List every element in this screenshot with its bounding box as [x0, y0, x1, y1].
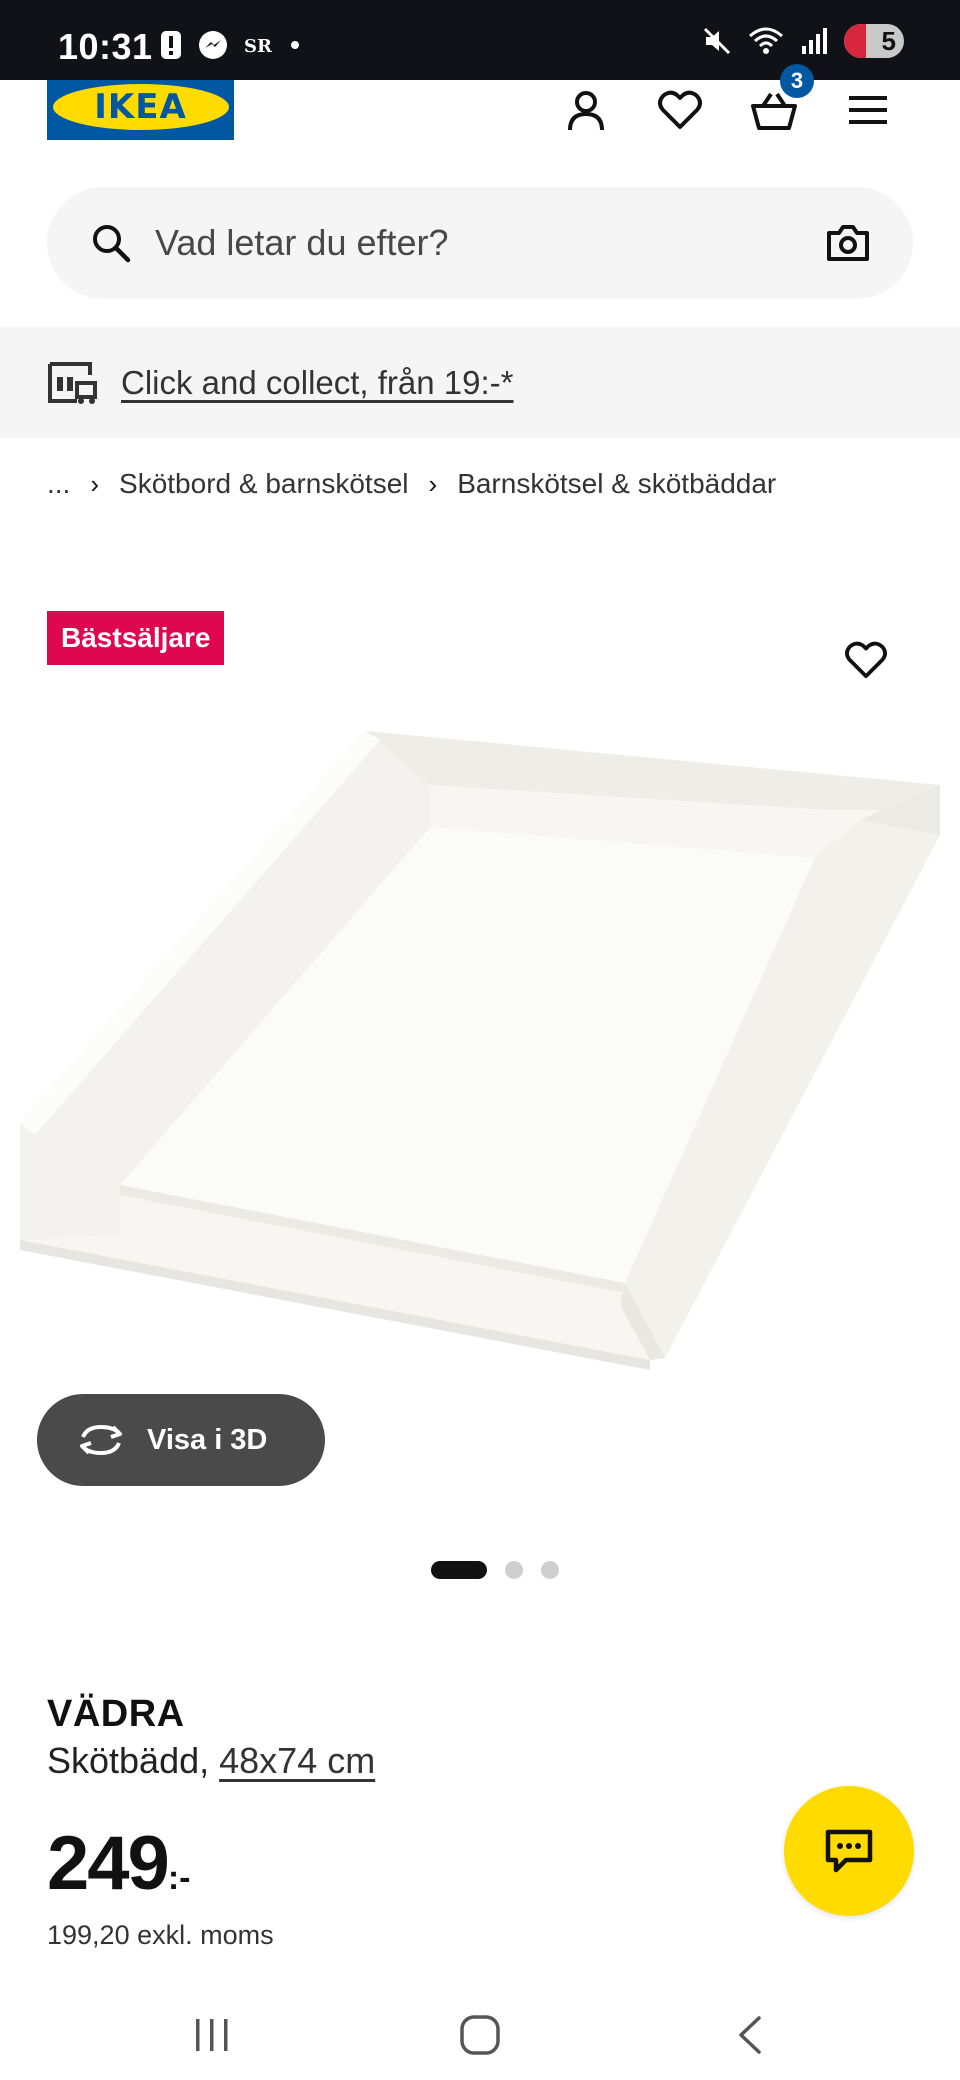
bestseller-badge: Bästsäljare [47, 611, 225, 665]
chat-button[interactable] [784, 1786, 914, 1916]
rotate-3d-icon [80, 1424, 122, 1456]
cart-count-badge: 3 [780, 64, 814, 98]
home-button[interactable] [440, 2004, 520, 2066]
view-in-3d-button[interactable]: Visa i 3D [37, 1394, 325, 1486]
account-button[interactable] [556, 80, 616, 140]
back-icon [739, 2016, 761, 2054]
search-icon [93, 225, 131, 263]
search-input[interactable]: Vad letar du efter? [155, 222, 823, 264]
breadcrumb-ellipsis[interactable]: ... [47, 468, 70, 500]
sr-app-icon: SR [244, 36, 272, 57]
carousel-dot[interactable] [505, 1561, 523, 1579]
back-button[interactable] [710, 2004, 790, 2066]
camera-search-button[interactable] [823, 218, 873, 268]
product-image[interactable] [0, 715, 960, 1395]
view-in-3d-label: Visa i 3D [147, 1423, 268, 1456]
system-navigation-bar [0, 1990, 960, 2080]
breadcrumb: ... › Skötbord & barnskötsel › Barnsköts… [47, 468, 776, 500]
messenger-icon [199, 31, 227, 59]
carousel-dot[interactable] [541, 1561, 559, 1579]
logo-text: IKEA [52, 84, 229, 130]
status-system-icons: 5 [702, 24, 904, 58]
status-bar: 10:31 SR 5 [0, 0, 960, 80]
price-suffix: :- [167, 1859, 191, 1897]
click-and-collect-banner[interactable]: Click and collect, från 19:-* [0, 327, 960, 438]
battery-indicator: 5 [844, 24, 904, 58]
breadcrumb-item[interactable]: Barnskötsel & skötbäddar [457, 468, 776, 500]
heart-icon [658, 90, 702, 129]
chat-icon [825, 1829, 873, 1873]
menu-button[interactable] [838, 80, 898, 140]
chevron-right-icon: › [428, 468, 438, 499]
click-and-collect-link[interactable]: Click and collect, från 19:-* [121, 364, 514, 402]
add-to-favourites-button[interactable] [836, 630, 896, 690]
ikea-logo[interactable]: IKEA [47, 80, 234, 140]
cart-button[interactable]: 3 [744, 64, 814, 140]
status-time: 10:31 [58, 26, 153, 67]
product-price: 249:- [47, 1820, 190, 1907]
chevron-right-icon: › [90, 468, 100, 499]
product-type: Skötbädd, [47, 1740, 210, 1781]
recent-apps-icon [196, 2019, 228, 2051]
status-notification-icons: SR [160, 30, 302, 60]
camera-icon [827, 225, 869, 261]
search-bar[interactable]: Vad letar du efter? [47, 187, 913, 299]
breadcrumb-item[interactable]: Skötbord & barnskötsel [119, 468, 409, 500]
product-description: Skötbädd, 48x74 cm [47, 1740, 375, 1782]
home-icon [460, 2015, 500, 2055]
signal-icon [802, 28, 827, 54]
price-excl-vat: 199,20 exkl. moms [47, 1920, 274, 1950]
store-pickup-icon [48, 361, 97, 404]
hamburger-menu-icon [849, 96, 887, 124]
svg-text:SR: SR [244, 36, 272, 57]
dot-icon [291, 41, 299, 49]
wifi-icon [749, 27, 783, 54]
user-icon [568, 91, 604, 131]
price-value: 249 [47, 1821, 170, 1906]
product-name: VÄDRA [47, 1693, 185, 1735]
image-carousel-indicator [0, 1561, 960, 1579]
heart-icon [845, 641, 887, 679]
carousel-dot-active[interactable] [431, 1561, 487, 1579]
site-header: IKEA 3 [0, 64, 960, 166]
recent-apps-button[interactable] [172, 2004, 252, 2066]
alert-icon [161, 31, 181, 59]
favourites-button[interactable] [650, 80, 710, 140]
product-dimensions-link[interactable]: 48x74 cm [219, 1740, 375, 1781]
mute-icon [703, 27, 731, 55]
